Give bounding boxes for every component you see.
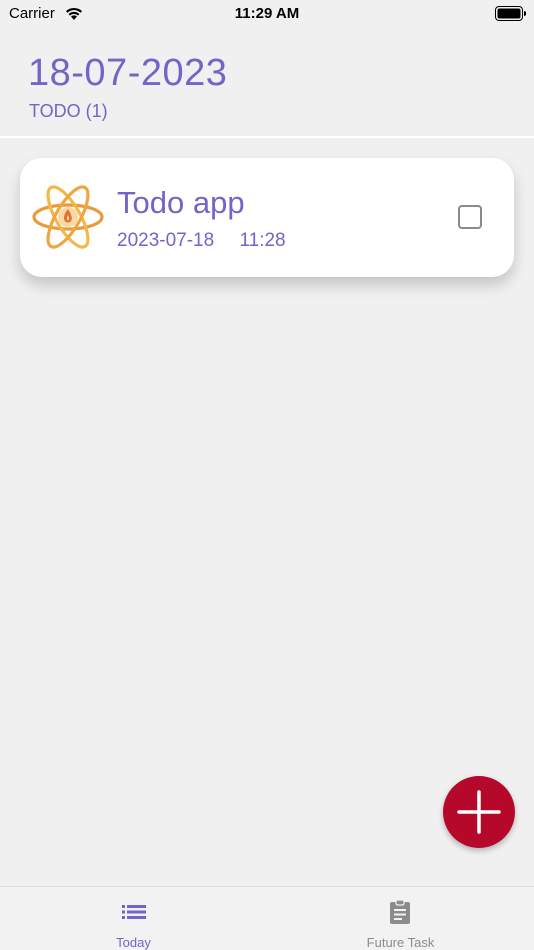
task-time: 11:28 — [239, 230, 286, 251]
task-card[interactable]: Todo app 2023-07-18 11:28 — [20, 158, 514, 277]
tab-today[interactable]: Today — [0, 887, 267, 950]
add-task-button[interactable] — [443, 776, 515, 848]
clipboard-icon — [390, 899, 410, 924]
tab-today-label: Today — [116, 935, 151, 950]
status-bar: Carrier 11:29 AM — [0, 0, 534, 28]
tab-future-task[interactable]: Future Task — [267, 887, 534, 950]
status-time: 11:29 AM — [234, 5, 300, 22]
plus-icon — [457, 790, 501, 834]
screen: Carrier 11:29 AM 18-07-2023 TODO (1) Tod… — [0, 0, 534, 950]
bottom-nav: Today Future Task — [0, 886, 534, 950]
task-title: Todo app — [117, 185, 245, 220]
atom-logo-icon — [32, 185, 104, 249]
task-meta: 2023-07-18 11:28 — [117, 230, 286, 252]
tab-future-task-label: Future Task — [366, 935, 435, 950]
task-date: 2023-07-18 — [117, 230, 215, 251]
todo-count: TODO (1) — [29, 101, 108, 121]
page-title-date: 18-07-2023 — [28, 52, 228, 94]
task-checkbox[interactable] — [458, 205, 482, 229]
header-divider — [0, 136, 534, 138]
battery-icon — [495, 6, 526, 21]
list-icon — [122, 905, 146, 919]
